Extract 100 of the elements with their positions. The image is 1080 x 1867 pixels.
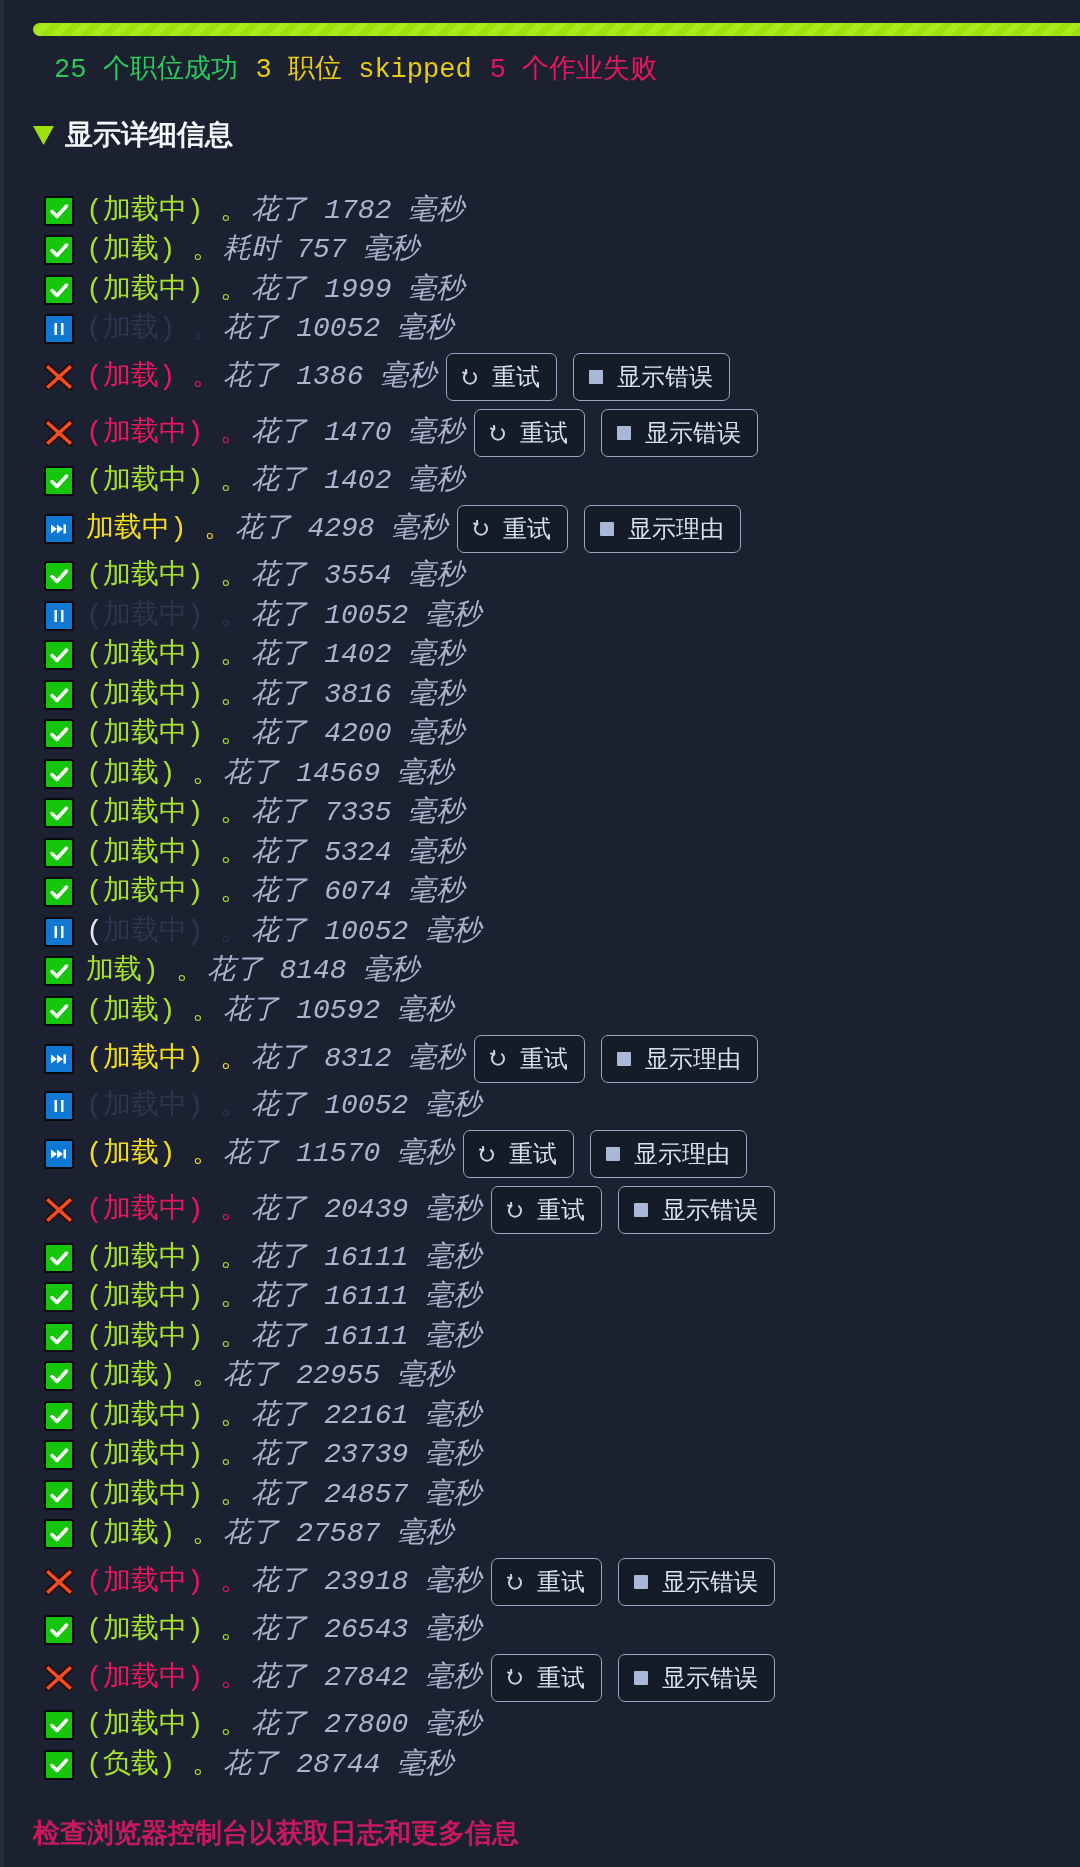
job-duration: 耗时 757 毫秒 <box>223 233 420 268</box>
job-duration: 花了 27800 毫秒 <box>251 1708 482 1743</box>
circular-arrow-icon <box>490 424 507 442</box>
pause-icon <box>44 314 74 345</box>
check-icon <box>44 719 74 750</box>
job-label: (加载中) 。 <box>86 1280 249 1315</box>
square-icon <box>634 1575 649 1589</box>
job-duration: 花了 10592 毫秒 <box>223 993 454 1028</box>
square-icon <box>617 426 632 440</box>
job-label: (加载中) 。 <box>86 1438 249 1473</box>
job-duration: 花了 6074 毫秒 <box>251 875 465 910</box>
job-duration: 花了 1402 毫秒 <box>251 638 465 673</box>
job-duration: 花了 10052 毫秒 <box>251 1089 482 1124</box>
job-label: (加载中) 。 <box>86 1708 249 1743</box>
job-duration: 花了 27587 毫秒 <box>223 1517 454 1552</box>
circular-arrow-icon <box>507 1573 524 1591</box>
job-label: (加载中) 。 <box>86 463 249 498</box>
job-duration: 花了 27842 毫秒 <box>251 1660 482 1695</box>
job-label: (加载中) 。 <box>86 416 249 450</box>
job-label: (加载) 。 <box>86 993 221 1028</box>
job-duration: 花了 20439 毫秒 <box>251 1193 482 1227</box>
job-duration: 花了 4298 毫秒 <box>234 511 448 546</box>
show-error-button[interactable]: 显示错误 <box>618 1558 776 1606</box>
pause-icon <box>44 600 74 631</box>
job-label: (加载中) 。 <box>86 1477 249 1512</box>
job-duration: 花了 16111 毫秒 <box>251 1319 482 1354</box>
retry-button[interactable]: 重试 <box>491 1653 603 1702</box>
square-icon <box>589 370 604 384</box>
job-label: (加载中) 。 <box>86 1565 249 1599</box>
retry-button[interactable]: 重试 <box>474 409 586 457</box>
circular-arrow-icon <box>490 1050 507 1067</box>
job-duration: 花了 10052 毫秒 <box>223 312 454 347</box>
job-duration: 花了 10052 毫秒 <box>251 914 482 949</box>
cross-icon <box>45 364 73 390</box>
pause-icon <box>44 916 74 947</box>
job-duration: 花了 22955 毫秒 <box>223 1359 454 1394</box>
check-icon <box>44 1242 74 1273</box>
job-label: (加载中) 。 <box>86 193 249 228</box>
check-icon <box>44 956 74 987</box>
check-icon <box>44 1614 74 1645</box>
check-icon <box>44 1321 74 1352</box>
pause-icon <box>44 1091 74 1122</box>
job-duration: 花了 24857 毫秒 <box>251 1477 482 1512</box>
check-icon <box>44 1282 74 1313</box>
show-reason-button[interactable]: 显示理由 <box>601 1034 759 1083</box>
job-label: (加载) 。 <box>86 756 221 791</box>
job-duration: 花了 11570 毫秒 <box>223 1137 454 1171</box>
check-icon <box>44 640 74 671</box>
check-icon <box>44 877 74 908</box>
job-label: 加载中) 。 <box>86 511 232 546</box>
job-label: (加载) 。 <box>86 360 221 394</box>
job-label: (加载中) 。 <box>86 1240 249 1275</box>
job-label: (加载中) 。 <box>86 796 249 831</box>
job-label: (负载) 。 <box>86 1747 221 1782</box>
retry-button[interactable]: 重试 <box>446 353 558 401</box>
job-label: 加载) 。 <box>86 954 204 989</box>
retry-button[interactable]: 重试 <box>457 504 569 553</box>
job-label: (加载中) 。 <box>86 1398 249 1433</box>
circular-arrow-icon <box>507 1201 524 1219</box>
retry-button[interactable]: 重试 <box>491 1558 603 1606</box>
circular-arrow-icon <box>479 1145 496 1163</box>
job-duration: 花了 23739 毫秒 <box>251 1438 482 1473</box>
check-icon <box>44 561 74 592</box>
job-label: (加载中) 。 <box>86 1193 249 1227</box>
details-toggle[interactable]: 显示详细信息 <box>33 118 233 152</box>
job-duration: 花了 1999 毫秒 <box>251 272 465 307</box>
job-label: (加载) 。 <box>86 233 221 268</box>
job-duration: 花了 26543 毫秒 <box>251 1612 482 1647</box>
summary-count: 25 个职位成功 <box>54 54 238 87</box>
check-icon <box>44 758 74 789</box>
show-error-button[interactable]: 显示错误 <box>618 1653 776 1702</box>
show-error-button[interactable]: 显示错误 <box>618 1186 776 1234</box>
cross-icon <box>45 1569 73 1595</box>
show-error-button[interactable]: 显示错误 <box>601 409 759 457</box>
show-reason-button[interactable]: 显示理由 <box>590 1130 748 1178</box>
job-label: (加载中) 。 <box>86 272 249 307</box>
check-icon <box>44 274 74 305</box>
console-hint: 检查浏览器控制台以获取日志和更多信息 <box>33 1816 519 1850</box>
cross-icon <box>45 1197 73 1223</box>
retry-button[interactable]: 重试 <box>474 1034 586 1083</box>
job-label: (加载中) 。 <box>86 1612 249 1647</box>
job-duration: 花了 4200 毫秒 <box>251 717 465 752</box>
job-duration: 花了 23918 毫秒 <box>251 1565 482 1599</box>
job-label: (加载中) 。 <box>86 559 249 594</box>
check-icon <box>44 837 74 868</box>
job-duration: 花了 1402 毫秒 <box>251 463 465 498</box>
job-duration: 花了 10052 毫秒 <box>251 598 482 633</box>
job-duration: 花了 1386 毫秒 <box>223 360 437 394</box>
job-label: (加载中) 。 <box>86 1041 249 1076</box>
skip-forward-icon <box>44 513 74 544</box>
check-icon <box>44 465 74 496</box>
retry-button[interactable]: 重试 <box>491 1186 603 1234</box>
check-icon <box>44 1749 74 1780</box>
retry-button[interactable]: 重试 <box>463 1130 575 1178</box>
job-duration: 花了 7335 毫秒 <box>251 796 465 831</box>
job-label: (加载中) 。 <box>86 835 249 870</box>
show-error-button[interactable]: 显示错误 <box>573 353 731 401</box>
circular-arrow-icon <box>473 520 490 537</box>
show-reason-button[interactable]: 显示理由 <box>584 504 742 553</box>
cross-icon <box>45 1664 73 1691</box>
